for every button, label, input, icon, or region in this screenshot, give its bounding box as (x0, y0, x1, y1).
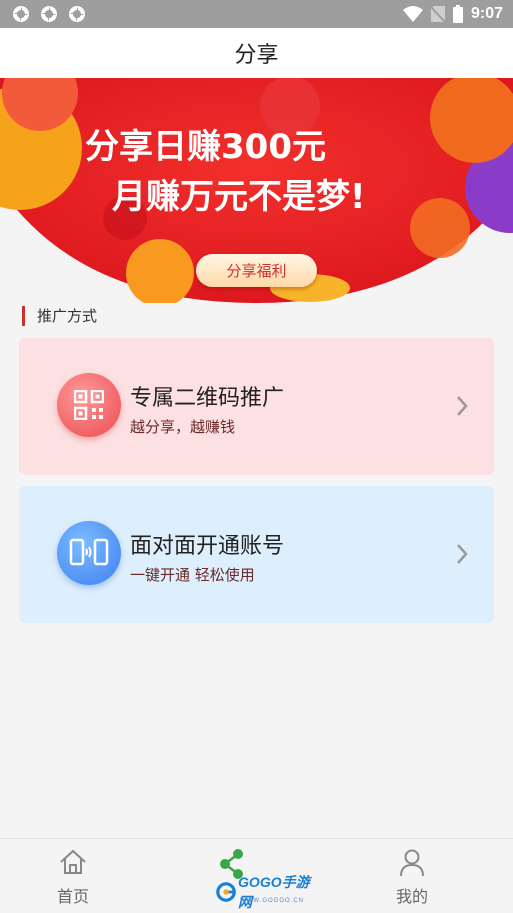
battery-icon (452, 5, 463, 23)
phone-transfer-icon (57, 521, 121, 585)
watermark-sub: WWW.GOGOO.CN (240, 898, 304, 904)
card-title: 专属二维码推广 (130, 386, 285, 411)
notification-icon (13, 6, 29, 22)
banner-headline-2: 月赚万元不是梦! (112, 177, 366, 217)
no-sim-icon (430, 6, 445, 22)
chevron-right-icon (457, 396, 468, 416)
qr-code-icon (57, 373, 121, 437)
card-subtitle: 一键开通 轻松使用 (130, 566, 255, 584)
qr-promotion-card[interactable]: 专属二维码推广 越分享，越赚钱 (19, 338, 494, 475)
card-title: 面对面开通账号 (130, 534, 285, 559)
notification-icon (69, 6, 85, 22)
face-to-face-card[interactable]: 面对面开通账号 一键开通 轻松使用 (19, 486, 494, 623)
gogo-logo-icon (216, 882, 236, 902)
wifi-icon (402, 6, 423, 22)
page-title: 分享 (234, 43, 279, 68)
chevron-right-icon (457, 544, 468, 564)
notification-icon (41, 6, 57, 22)
home-icon (60, 849, 86, 874)
card-subtitle: 越分享，越赚钱 (130, 418, 236, 436)
watermark-text: GOGO手游网 (238, 874, 310, 910)
banner-headline-1: 分享日赚300元 (85, 127, 326, 167)
gogo-watermark-logo: GOGO手游网 WWW.GOGOO.CN (216, 874, 316, 910)
notification-icons (12, 5, 86, 23)
status-bar: 9:07 (0, 0, 513, 28)
nav-home-label: 首页 (56, 887, 89, 906)
nav-mine-label: 我的 (395, 887, 428, 906)
status-right: 9:07 (402, 5, 503, 23)
nav-home[interactable]: 首页 (13, 839, 133, 913)
status-time: 9:07 (470, 5, 503, 22)
section-title: 推广方式 (22, 306, 97, 326)
nav-mine[interactable]: 我的 (352, 839, 472, 913)
page-title-bar: 分享 (0, 28, 513, 78)
share-benefits-button[interactable]: 分享福利 (196, 254, 317, 287)
user-icon (400, 849, 424, 877)
